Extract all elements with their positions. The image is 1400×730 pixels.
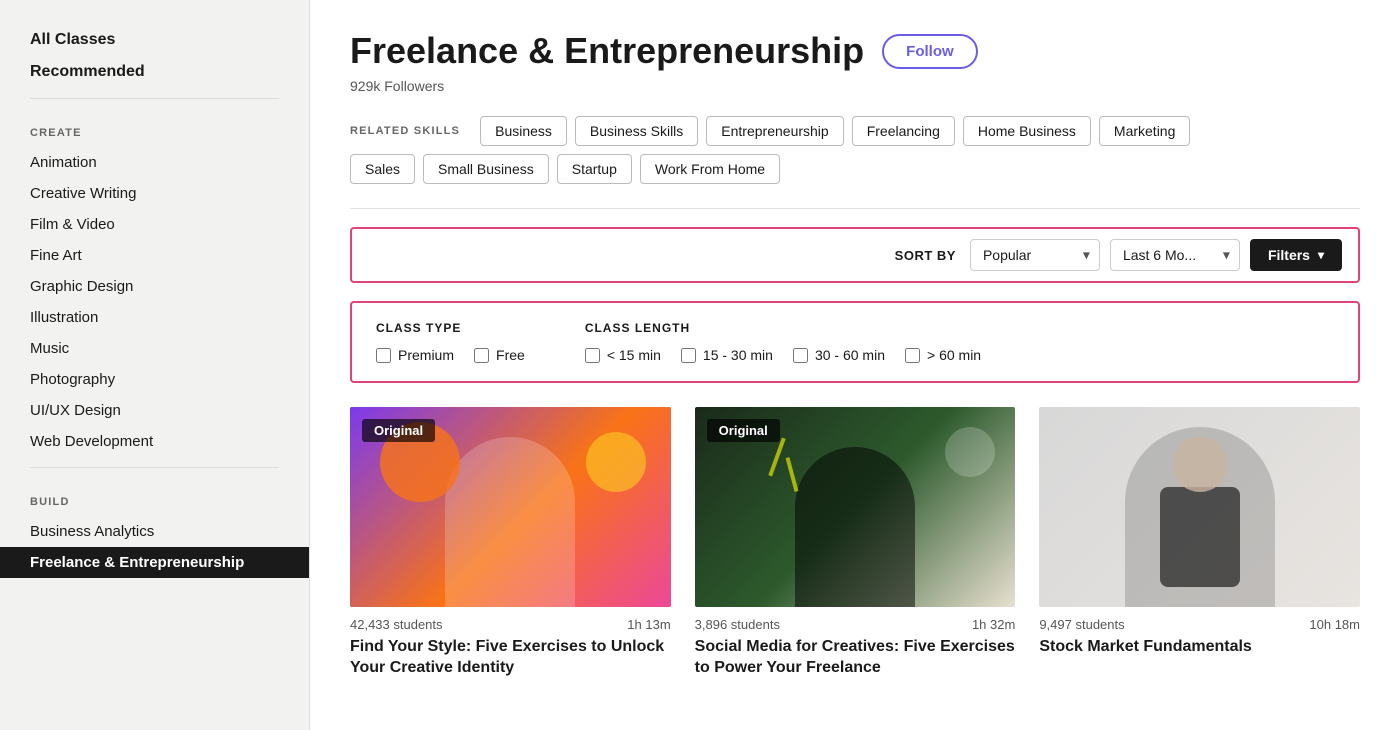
sidebar-item-music[interactable]: Music — [0, 333, 309, 364]
skills-row-2: Sales Small Business Startup Work From H… — [350, 154, 1360, 184]
skill-business[interactable]: Business — [480, 116, 567, 146]
class-length-label: CLASS LENGTH — [585, 321, 981, 335]
filter-15-30-label: 15 - 30 min — [703, 347, 773, 363]
sidebar-item-creative-writing[interactable]: Creative Writing — [0, 178, 309, 209]
skill-marketing[interactable]: Marketing — [1099, 116, 1190, 146]
course-meta-3: 9,497 students 10h 18m — [1039, 607, 1360, 637]
sort-filter-bar: SORT BY Popular Trending New Top Rated L… — [350, 227, 1360, 283]
sidebar-item-recommended[interactable]: Recommended — [0, 56, 309, 88]
sidebar-section-create: CREATE — [0, 109, 309, 147]
filters-chevron-icon: ▾ — [1318, 248, 1324, 262]
sidebar-item-film-video[interactable]: Film & Video — [0, 209, 309, 240]
filter-gt60[interactable]: > 60 min — [905, 347, 981, 363]
skill-freelancing[interactable]: Freelancing — [852, 116, 955, 146]
sidebar-item-ui-ux[interactable]: UI/UX Design — [0, 395, 309, 426]
sort-label: SORT BY — [895, 248, 956, 263]
filter-free-label: Free — [496, 347, 525, 363]
filter-lt15-label: < 15 min — [607, 347, 661, 363]
course-students-2: 3,896 students — [695, 617, 780, 632]
sidebar-item-freelance[interactable]: Freelance & Entrepreneurship — [0, 547, 309, 578]
sort-select-wrapper: Popular Trending New Top Rated — [970, 239, 1100, 271]
course-card-3[interactable]: 9,497 students 10h 18m Stock Market Fund… — [1039, 407, 1360, 679]
course-card-2[interactable]: Original 3,896 students 1h 32m Social Me… — [695, 407, 1016, 679]
course-thumb-2: Original — [695, 407, 1016, 607]
sidebar-item-all-classes[interactable]: All Classes — [0, 24, 309, 56]
skill-small-business[interactable]: Small Business — [423, 154, 549, 184]
original-badge-1: Original — [362, 419, 435, 442]
filter-30-60[interactable]: 30 - 60 min — [793, 347, 885, 363]
sidebar-item-animation[interactable]: Animation — [0, 147, 309, 178]
course-thumb-1: Original — [350, 407, 671, 607]
filter-panel: CLASS TYPE Premium Free CLASS LENGTH < 1… — [350, 301, 1360, 383]
filter-gt60-label: > 60 min — [927, 347, 981, 363]
filter-lt15[interactable]: < 15 min — [585, 347, 661, 363]
course-title-1: Find Your Style: Five Exercises to Unloc… — [350, 637, 671, 679]
course-title-2: Social Media for Creatives: Five Exercis… — [695, 637, 1016, 679]
skill-entrepreneurship[interactable]: Entrepreneurship — [706, 116, 843, 146]
related-skills-label: RELATED SKILLS — [350, 125, 460, 137]
skill-work-from-home[interactable]: Work From Home — [640, 154, 780, 184]
sidebar-divider-2 — [30, 467, 279, 468]
class-length-options: < 15 min 15 - 30 min 30 - 60 min > 60 mi… — [585, 347, 981, 363]
course-students-1: 42,433 students — [350, 617, 443, 632]
section-divider — [350, 208, 1360, 209]
sidebar-item-photography[interactable]: Photography — [0, 364, 309, 395]
sidebar-item-illustration[interactable]: Illustration — [0, 302, 309, 333]
filter-lt15-checkbox[interactable] — [585, 348, 600, 363]
related-skills-section: RELATED SKILLS Business Business Skills … — [350, 116, 1360, 184]
followers-count: 929k Followers — [350, 78, 1360, 94]
course-thumb-3 — [1039, 407, 1360, 607]
page-title: Freelance & Entrepreneurship — [350, 30, 864, 72]
sidebar-item-web-dev[interactable]: Web Development — [0, 426, 309, 457]
class-type-options: Premium Free — [376, 347, 525, 363]
filter-15-30-checkbox[interactable] — [681, 348, 696, 363]
sidebar: All Classes Recommended CREATE Animation… — [0, 0, 310, 730]
skill-sales[interactable]: Sales — [350, 154, 415, 184]
filter-gt60-checkbox[interactable] — [905, 348, 920, 363]
time-select[interactable]: Last 6 Mo... All Time Last Month Last Ye… — [1110, 239, 1240, 271]
filters-label: Filters — [1268, 247, 1310, 263]
course-title-3: Stock Market Fundamentals — [1039, 637, 1360, 658]
class-type-label: CLASS TYPE — [376, 321, 525, 335]
sidebar-divider-1 — [30, 98, 279, 99]
filter-15-30[interactable]: 15 - 30 min — [681, 347, 773, 363]
course-meta-2: 3,896 students 1h 32m — [695, 607, 1016, 637]
filter-30-60-label: 30 - 60 min — [815, 347, 885, 363]
filter-free[interactable]: Free — [474, 347, 525, 363]
page-header: Freelance & Entrepreneurship Follow — [350, 30, 1360, 72]
skill-startup[interactable]: Startup — [557, 154, 632, 184]
follow-button[interactable]: Follow — [882, 34, 978, 69]
time-select-wrapper: Last 6 Mo... All Time Last Month Last Ye… — [1110, 239, 1240, 271]
course-duration-2: 1h 32m — [972, 617, 1015, 632]
course-card-1[interactable]: Original 42,433 students 1h 13m Find You… — [350, 407, 671, 679]
sidebar-item-business-analytics[interactable]: Business Analytics — [0, 516, 309, 547]
filter-free-checkbox[interactable] — [474, 348, 489, 363]
filters-button[interactable]: Filters ▾ — [1250, 239, 1342, 271]
filter-group-class-type: CLASS TYPE Premium Free — [376, 321, 525, 363]
filter-30-60-checkbox[interactable] — [793, 348, 808, 363]
skill-home-business[interactable]: Home Business — [963, 116, 1091, 146]
sidebar-item-graphic-design[interactable]: Graphic Design — [0, 271, 309, 302]
course-meta-1: 42,433 students 1h 13m — [350, 607, 671, 637]
course-duration-3: 10h 18m — [1309, 617, 1360, 632]
skill-business-skills[interactable]: Business Skills — [575, 116, 698, 146]
filter-group-class-length: CLASS LENGTH < 15 min 15 - 30 min 30 - 6… — [585, 321, 981, 363]
skills-row-1: Business Business Skills Entrepreneurshi… — [480, 116, 1190, 146]
courses-grid: Original 42,433 students 1h 13m Find You… — [350, 407, 1360, 679]
filter-premium-checkbox[interactable] — [376, 348, 391, 363]
course-students-3: 9,497 students — [1039, 617, 1124, 632]
main-content: Freelance & Entrepreneurship Follow 929k… — [310, 0, 1400, 730]
sort-select[interactable]: Popular Trending New Top Rated — [970, 239, 1100, 271]
sidebar-item-fine-art[interactable]: Fine Art — [0, 240, 309, 271]
original-badge-2: Original — [707, 419, 780, 442]
sidebar-section-build: BUILD — [0, 478, 309, 516]
filter-premium[interactable]: Premium — [376, 347, 454, 363]
course-duration-1: 1h 13m — [627, 617, 670, 632]
filter-premium-label: Premium — [398, 347, 454, 363]
